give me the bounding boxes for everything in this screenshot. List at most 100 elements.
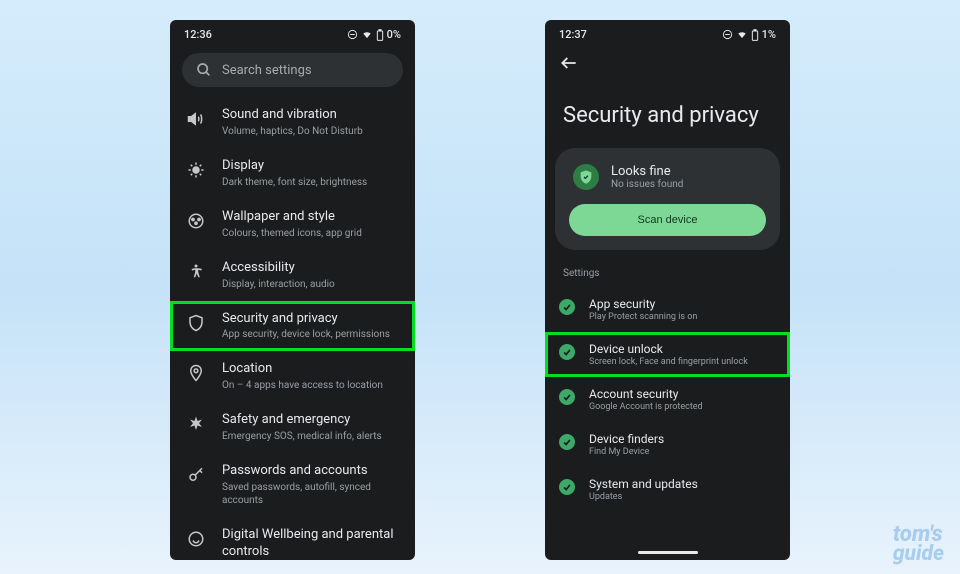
item-text: Passwords and accountsSaved passwords, a…: [222, 463, 403, 507]
item-text: AccessibilityDisplay, interaction, audio: [222, 260, 403, 291]
phone-settings-main: 12:36 0% Search settings Sound and vibra…: [170, 20, 415, 560]
security-status-card: Looks fine No issues found Scan device: [555, 148, 780, 250]
phone-security-privacy: 12:37 1% Security and privacy Looks fine…: [545, 20, 790, 560]
item-title: Sound and vibration: [222, 107, 403, 124]
item-title: Device finders: [589, 432, 664, 446]
item-subtitle: Updates: [589, 492, 698, 502]
item-title: Account security: [589, 387, 703, 401]
search-icon: [196, 62, 212, 78]
item-title: Safety and emergency: [222, 412, 403, 429]
item-title: Passwords and accounts: [222, 463, 403, 480]
check-icon: [559, 344, 575, 360]
status-subtitle: No issues found: [611, 179, 683, 190]
watermark-line2: guide: [893, 545, 944, 564]
nav-handle[interactable]: [638, 551, 698, 554]
item-subtitle: Screen lock, Face and fingerprint unlock: [589, 357, 748, 367]
emergency-icon: [186, 414, 206, 434]
wifi-icon: [361, 29, 373, 40]
dnd-icon: [347, 29, 358, 40]
key-icon: [186, 465, 206, 485]
shield-icon: [186, 313, 206, 333]
item-title: Wallpaper and style: [222, 209, 403, 226]
item-title: App security: [589, 297, 697, 311]
check-icon: [559, 389, 575, 405]
item-text: Device findersFind My Device: [589, 432, 664, 457]
location-icon: [186, 363, 206, 383]
check-icon: [559, 434, 575, 450]
item-subtitle: Google Account is protected: [589, 402, 703, 412]
item-subtitle: Display, interaction, audio: [222, 278, 403, 291]
security-item-3[interactable]: Device findersFind My Device: [545, 422, 790, 467]
battery-icon: [376, 29, 384, 41]
wifi-icon: [736, 29, 748, 40]
item-title: Display: [222, 158, 403, 175]
security-item-1[interactable]: Device unlockScreen lock, Face and finge…: [545, 332, 790, 377]
item-subtitle: Play Protect scanning is on: [589, 312, 697, 322]
dnd-icon: [722, 29, 733, 40]
item-text: LocationOn – 4 apps have access to locat…: [222, 361, 403, 392]
battery-text: 1%: [762, 28, 776, 41]
battery-text: 0%: [387, 28, 401, 41]
item-title: Device unlock: [589, 342, 748, 356]
settings-item-key[interactable]: Passwords and accountsSaved passwords, a…: [170, 453, 415, 517]
search-placeholder: Search settings: [222, 63, 312, 78]
item-text: Digital Wellbeing and parental controlsS…: [222, 527, 403, 560]
security-items-list: App securityPlay Protect scanning is on D…: [545, 287, 790, 512]
settings-item-sound[interactable]: Sound and vibrationVolume, haptics, Do N…: [170, 97, 415, 148]
item-subtitle: Dark theme, font size, brightness: [222, 176, 403, 189]
status-bar: 12:37 1%: [545, 20, 790, 45]
settings-item-shield[interactable]: Security and privacyApp security, device…: [170, 301, 415, 352]
security-item-2[interactable]: Account securityGoogle Account is protec…: [545, 377, 790, 422]
item-subtitle: Find My Device: [589, 447, 664, 457]
settings-item-wellbeing[interactable]: Digital Wellbeing and parental controlsS…: [170, 517, 415, 560]
clock-text: 12:37: [559, 28, 587, 41]
status-icons: 1%: [722, 28, 776, 41]
check-icon: [559, 299, 575, 315]
item-text: Safety and emergencyEmergency SOS, medic…: [222, 412, 403, 443]
item-text: System and updatesUpdates: [589, 477, 698, 502]
back-row: [545, 45, 790, 85]
scan-device-button[interactable]: Scan device: [569, 204, 766, 236]
display-icon: [186, 160, 206, 180]
item-subtitle: Volume, haptics, Do Not Disturb: [222, 125, 403, 138]
status-title: Looks fine: [611, 164, 683, 179]
watermark: tom's guide: [893, 525, 944, 564]
item-subtitle: Emergency SOS, medical info, alerts: [222, 430, 403, 443]
check-icon: [559, 479, 575, 495]
settings-item-wallpaper[interactable]: Wallpaper and styleColours, themed icons…: [170, 199, 415, 250]
settings-item-accessibility[interactable]: AccessibilityDisplay, interaction, audio: [170, 250, 415, 301]
shield-check-icon: [573, 164, 599, 190]
item-text: DisplayDark theme, font size, brightness: [222, 158, 403, 189]
item-text: Wallpaper and styleColours, themed icons…: [222, 209, 403, 240]
search-settings[interactable]: Search settings: [182, 53, 403, 87]
item-subtitle: App security, device lock, permissions: [222, 328, 403, 341]
status-icons: 0%: [347, 28, 401, 41]
settings-item-display[interactable]: DisplayDark theme, font size, brightness: [170, 148, 415, 199]
item-text: Sound and vibrationVolume, haptics, Do N…: [222, 107, 403, 138]
item-title: System and updates: [589, 477, 698, 491]
item-title: Location: [222, 361, 403, 378]
sound-icon: [186, 109, 206, 129]
accessibility-icon: [186, 262, 206, 282]
item-text: Device unlockScreen lock, Face and finge…: [589, 342, 748, 367]
section-label: Settings: [545, 264, 790, 287]
status-bar: 12:36 0%: [170, 20, 415, 45]
item-text: Account securityGoogle Account is protec…: [589, 387, 703, 412]
wallpaper-icon: [186, 211, 206, 231]
wellbeing-icon: [186, 529, 206, 549]
item-title: Security and privacy: [222, 311, 403, 328]
item-title: Accessibility: [222, 260, 403, 277]
item-title: Digital Wellbeing and parental controls: [222, 527, 403, 560]
item-text: App securityPlay Protect scanning is on: [589, 297, 697, 322]
clock-text: 12:36: [184, 28, 212, 41]
back-icon[interactable]: [559, 53, 579, 73]
page-title: Security and privacy: [545, 85, 790, 148]
settings-item-emergency[interactable]: Safety and emergencyEmergency SOS, medic…: [170, 402, 415, 453]
settings-item-location[interactable]: LocationOn – 4 apps have access to locat…: [170, 351, 415, 402]
item-subtitle: Saved passwords, autofill, synced accoun…: [222, 481, 403, 507]
status-text: Looks fine No issues found: [611, 164, 683, 190]
security-item-4[interactable]: System and updatesUpdates: [545, 467, 790, 512]
security-item-0[interactable]: App securityPlay Protect scanning is on: [545, 287, 790, 332]
item-text: Security and privacyApp security, device…: [222, 311, 403, 342]
item-subtitle: On – 4 apps have access to location: [222, 379, 403, 392]
